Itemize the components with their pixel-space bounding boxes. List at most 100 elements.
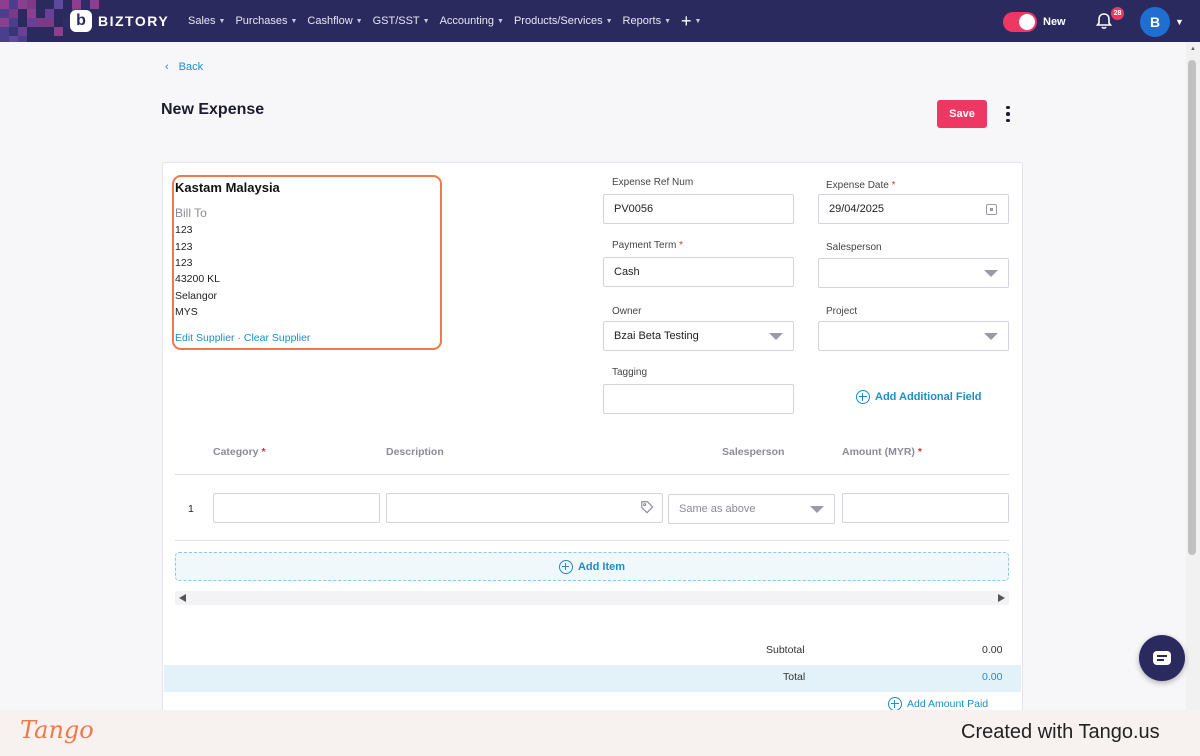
avatar[interactable]: B (1140, 7, 1170, 37)
project-select[interactable] (818, 321, 1009, 351)
chevron-down-icon: ▼ (290, 17, 298, 25)
address-line: 123 (175, 224, 193, 236)
salesperson-label: Salesperson (826, 242, 882, 253)
nav-item-accounting[interactable]: Accounting ▼ (440, 15, 504, 27)
page-scrollbar[interactable]: ▲ (1186, 42, 1200, 710)
payment-term-label: Payment Term * (612, 240, 683, 251)
brand-pixel (9, 9, 18, 18)
scroll-right-icon[interactable] (998, 594, 1005, 602)
brand-pixel (0, 9, 9, 18)
nav-item-products-services[interactable]: Products/Services ▼ (514, 15, 613, 27)
description-input[interactable] (386, 493, 663, 523)
tagging-label: Tagging (612, 367, 648, 378)
add-amount-paid-label: Add Amount Paid (907, 698, 989, 710)
notification-badge: 28 (1111, 7, 1124, 20)
ref-num-label: Expense Ref Num (612, 177, 694, 188)
chevron-down-icon: ▼ (422, 17, 430, 25)
add-additional-field-button[interactable]: Add Additional Field (856, 390, 982, 404)
expense-date-label: Expense Date * (826, 180, 896, 191)
brand-pixel (9, 36, 18, 42)
edit-supplier-link[interactable]: Edit Supplier (175, 332, 235, 344)
scroll-up-icon[interactable]: ▲ (1190, 46, 1196, 52)
nav-item-gst-sst[interactable]: GST/SST ▼ (373, 15, 430, 27)
add-item-label: Add Item (577, 560, 626, 573)
brand-pixel (0, 18, 9, 27)
expense-date-value: 29/04/2025 (829, 203, 885, 215)
clear-supplier-link[interactable]: Clear Supplier (244, 332, 311, 344)
brand-pixel (36, 18, 45, 27)
dropdown-caret-icon (810, 506, 824, 513)
salesperson-placeholder: Same as above (679, 503, 756, 515)
payment-term-input[interactable]: Cash (603, 257, 794, 287)
chevron-down-icon: ▼ (694, 17, 702, 25)
tango-logo: Tango (20, 716, 94, 744)
table-horizontal-scrollbar[interactable] (175, 591, 1009, 605)
scrollbar-thumb[interactable] (1188, 60, 1196, 555)
table-row-divider (175, 540, 1009, 541)
nav-item-cashflow[interactable]: Cashflow ▼ (307, 15, 362, 27)
more-options-icon[interactable] (1001, 104, 1015, 124)
subtotal-label: Subtotal (766, 644, 805, 656)
tagging-input[interactable] (603, 384, 794, 414)
address-line: 123 (175, 257, 193, 269)
calendar-icon[interactable] (986, 204, 997, 215)
dropdown-caret-icon (984, 333, 998, 340)
chevron-down-icon: ▼ (605, 17, 613, 25)
nav-item-sales[interactable]: Sales ▼ (188, 15, 225, 27)
salesperson-select[interactable] (818, 258, 1009, 288)
nav-item-reports[interactable]: Reports ▼ (623, 15, 671, 27)
dropdown-caret-icon (984, 270, 998, 277)
scroll-left-icon[interactable] (179, 594, 186, 602)
category-input[interactable] (213, 493, 380, 523)
bill-to-label: Bill To (175, 206, 207, 220)
back-label: Back (178, 61, 204, 73)
toggle-switch[interactable] (1003, 12, 1037, 32)
tag-icon[interactable] (640, 500, 654, 514)
brand-pixel (18, 36, 27, 42)
brand-pixel (72, 0, 81, 9)
app-logo[interactable]: b BIZTORY (70, 10, 169, 32)
subtotal-value: 0.00 (982, 644, 1003, 656)
chat-icon (1153, 651, 1171, 665)
brand-pixel (54, 0, 63, 9)
add-amount-paid-button[interactable]: Add Amount Paid (888, 697, 988, 711)
table-header-divider (175, 474, 1009, 475)
brand-pixel (81, 0, 90, 9)
amount-input[interactable] (842, 493, 1009, 523)
nav-quick-add[interactable]: + ▼ (681, 12, 701, 30)
column-header-amount: Amount (MYR) * (842, 446, 922, 458)
top-navbar: b BIZTORY Sales ▼ Purchases ▼ Cashflow ▼ GS… (0, 0, 1200, 42)
address-line: Selangor (175, 290, 218, 302)
brand-pixel (27, 0, 36, 9)
chevron-down-icon: ▼ (355, 17, 363, 25)
link-separator: · (237, 332, 241, 344)
address-line: 123 (175, 241, 193, 253)
brand-pixel (27, 9, 36, 18)
ref-num-input[interactable]: PV0056 (603, 194, 794, 224)
owner-select[interactable]: Bzai Beta Testing (603, 321, 794, 351)
add-additional-field-label: Add Additional Field (875, 391, 982, 403)
footer-credit: Created with Tango.us (961, 721, 1160, 743)
logo-text: BIZTORY (98, 13, 170, 29)
row-salesperson-select[interactable]: Same as above (668, 494, 835, 524)
add-item-button[interactable]: Add Item (175, 552, 1009, 581)
brand-pixel (18, 27, 27, 36)
back-link[interactable]: ‹ Back (165, 61, 203, 73)
brand-pixel (54, 27, 63, 36)
owner-label: Owner (612, 306, 642, 317)
row-number: 1 (188, 503, 194, 515)
brand-pixel (9, 0, 18, 9)
main-nav-menu: Sales ▼ Purchases ▼ Cashflow ▼ GST/SST ▼ Acc… (188, 0, 701, 42)
save-button[interactable]: Save (937, 100, 987, 128)
chat-support-button[interactable] (1139, 635, 1185, 681)
brand-pixel (90, 0, 99, 9)
nav-item-purchases[interactable]: Purchases ▼ (235, 15, 297, 27)
total-row (164, 665, 1021, 692)
brand-pixel (9, 18, 18, 27)
plus-circle-icon (856, 390, 870, 404)
chevron-down-icon[interactable]: ▼ (1175, 17, 1184, 27)
new-ui-toggle[interactable]: New (1003, 12, 1066, 32)
plus-circle-icon (558, 559, 573, 574)
brand-pixel (9, 27, 18, 36)
expense-date-input[interactable]: 29/04/2025 (818, 194, 1009, 224)
